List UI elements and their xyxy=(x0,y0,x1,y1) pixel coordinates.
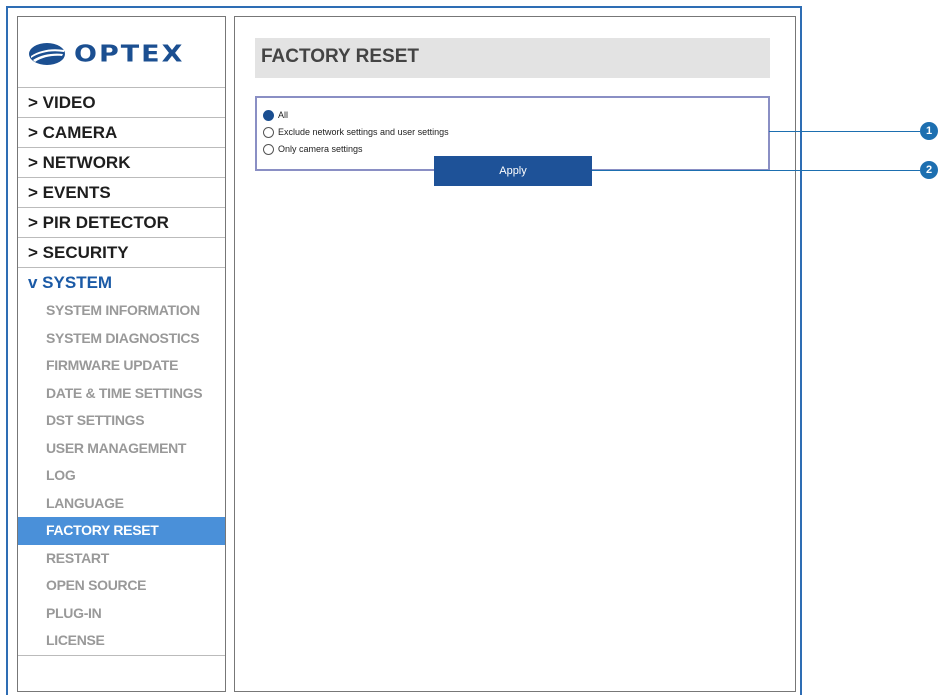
submenu-restart[interactable]: RESTART xyxy=(18,545,225,573)
submenu-log[interactable]: LOG xyxy=(18,462,225,490)
callout-2: 2 xyxy=(920,161,938,179)
submenu-dst-settings[interactable]: DST SETTINGS xyxy=(18,407,225,435)
option-all-label: All xyxy=(278,110,289,120)
optex-logo-icon xyxy=(29,43,65,65)
menu-item-events[interactable]: > EVENTS xyxy=(18,177,225,207)
submenu-factory-reset[interactable]: FACTORY RESET xyxy=(18,517,225,545)
option-exclude-network-user[interactable]: Exclude network settings and user settin… xyxy=(263,124,449,140)
apply-button[interactable]: Apply xyxy=(434,156,592,186)
submenu-date-time-settings[interactable]: DATE & TIME SETTINGS xyxy=(18,380,225,408)
menu-item-video[interactable]: > VIDEO xyxy=(18,87,225,117)
option-all[interactable]: All xyxy=(263,107,288,123)
brand-name: OPTEX xyxy=(74,40,185,68)
menu-item-network[interactable]: > NETWORK xyxy=(18,147,225,177)
submenu-system-diagnostics[interactable]: SYSTEM DIAGNOSTICS xyxy=(18,325,225,353)
sidebar: OPTEX > VIDEO > CAMERA > NETWORK > EVENT… xyxy=(17,16,226,692)
optex-logo: OPTEX xyxy=(28,41,184,67)
callout-line-2 xyxy=(592,170,920,171)
option-only-camera[interactable]: Only camera settings xyxy=(263,141,363,157)
option-only-camera-label: Only camera settings xyxy=(278,144,363,154)
submenu-user-management[interactable]: USER MANAGEMENT xyxy=(18,435,225,463)
menu-item-system[interactable]: v SYSTEM xyxy=(18,267,225,297)
menu-item-pir-detector[interactable]: > PIR DETECTOR xyxy=(18,207,225,237)
callout-1: 1 xyxy=(920,122,938,140)
page-title: FACTORY RESET xyxy=(261,46,420,67)
page-title-bar: FACTORY RESET xyxy=(255,38,770,78)
submenu-system-information[interactable]: SYSTEM INFORMATION xyxy=(18,297,225,325)
submenu-plug-in[interactable]: PLUG-IN xyxy=(18,600,225,628)
content-panel: FACTORY RESET All Exclude network settin… xyxy=(234,16,796,692)
radio-all[interactable] xyxy=(263,109,274,121)
menu-item-camera[interactable]: > CAMERA xyxy=(18,117,225,147)
menu-item-security[interactable]: > SECURITY xyxy=(18,237,225,267)
nav-menu: > VIDEO > CAMERA > NETWORK > EVENTS > PI… xyxy=(18,87,225,656)
submenu-language[interactable]: LANGUAGE xyxy=(18,490,225,518)
submenu-firmware-update[interactable]: FIRMWARE UPDATE xyxy=(18,352,225,380)
submenu-license[interactable]: LICENSE xyxy=(18,627,225,656)
submenu-open-source[interactable]: OPEN SOURCE xyxy=(18,572,225,600)
callout-line-1 xyxy=(769,131,920,132)
radio-only-camera[interactable] xyxy=(263,143,274,155)
option-exclude-network-user-label: Exclude network settings and user settin… xyxy=(278,127,449,137)
radio-exclude-network-user[interactable] xyxy=(263,126,274,138)
